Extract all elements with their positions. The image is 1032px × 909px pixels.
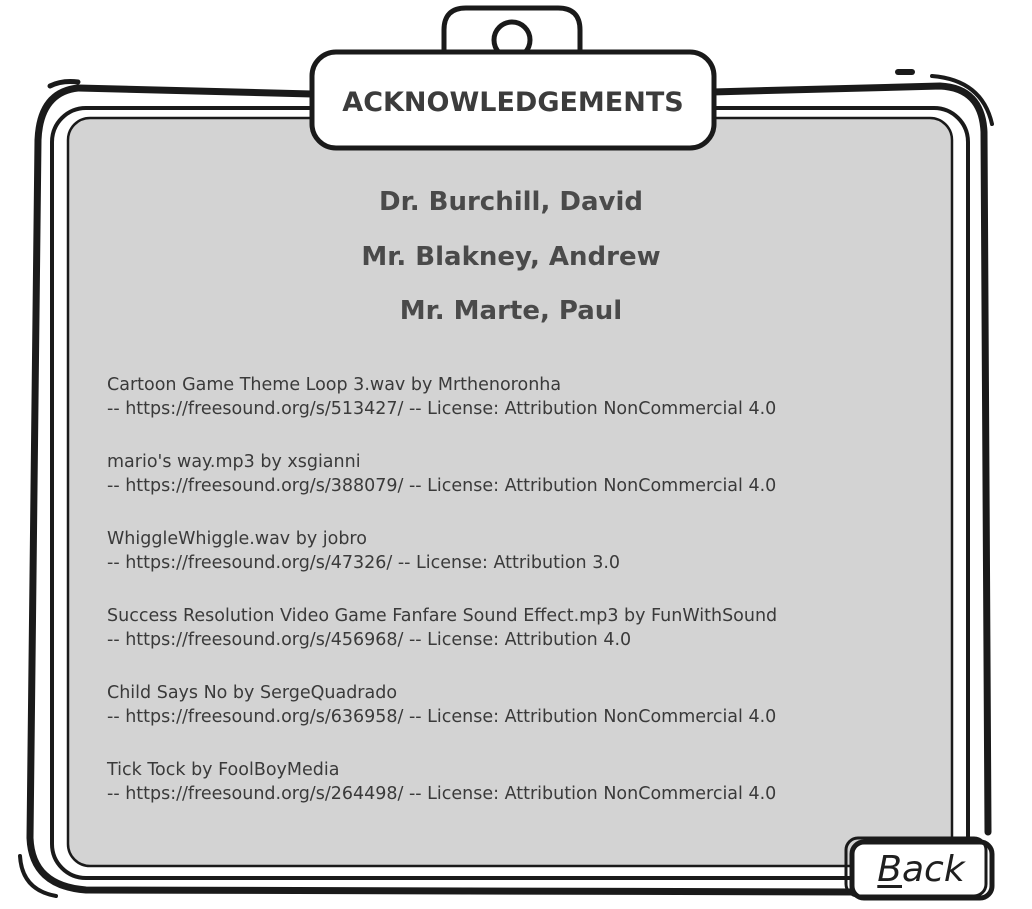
credit-detail: -- https://freesound.org/s/264498/ -- Li… [107, 784, 777, 804]
name-entry: Dr. Burchill, David [379, 187, 643, 217]
credit-detail: -- https://freesound.org/s/456968/ -- Li… [107, 630, 632, 650]
credit-item: mario's way.mp3 by xsgianni -- https://f… [107, 450, 947, 527]
credit-title: Success Resolution Video Game Fanfare So… [107, 606, 778, 626]
credit-item: Cartoon Game Theme Loop 3.wav by Mrtheno… [107, 373, 947, 450]
acknowledged-names: Dr. Burchill, David Mr. Blakney, Andrew … [70, 180, 952, 344]
credit-detail: -- https://freesound.org/s/47326/ -- Lic… [107, 553, 621, 573]
credit-title: WhiggleWhiggle.wav by jobro [107, 529, 367, 549]
credit-item: Child Says No by SergeQuadrado -- https:… [107, 681, 947, 758]
page-title: ACKNOWLEDGEMENTS [342, 86, 684, 118]
back-button-label: Back [848, 838, 994, 900]
credit-item: WhiggleWhiggle.wav by jobro -- https://f… [107, 527, 947, 604]
back-button-text: ack [902, 848, 965, 890]
frame-outer-top-left [74, 84, 316, 98]
name-entry: Mr. Marte, Paul [399, 296, 623, 326]
back-button-hotkey: B [877, 848, 902, 890]
credit-detail: -- https://freesound.org/s/388079/ -- Li… [107, 476, 777, 496]
credit-title: Child Says No by SergeQuadrado [107, 683, 398, 703]
credit-title: Cartoon Game Theme Loop 3.wav by Mrtheno… [107, 375, 562, 395]
credit-detail: -- https://freesound.org/s/636958/ -- Li… [107, 707, 777, 727]
credit-item: Success Resolution Video Game Fanfare So… [107, 604, 947, 681]
sound-credits-list: Cartoon Game Theme Loop 3.wav by Mrtheno… [107, 373, 947, 835]
credit-detail: -- https://freesound.org/s/513427/ -- Li… [107, 399, 777, 419]
credit-item: Tick Tock by FoolBoyMedia -- https://fre… [107, 758, 947, 835]
back-button[interactable]: Back [848, 838, 994, 900]
credit-title: mario's way.mp3 by xsgianni [107, 452, 361, 472]
name-entry: Mr. Blakney, Andrew [361, 241, 661, 272]
credit-title: Tick Tock by FoolBoyMedia [107, 760, 340, 780]
